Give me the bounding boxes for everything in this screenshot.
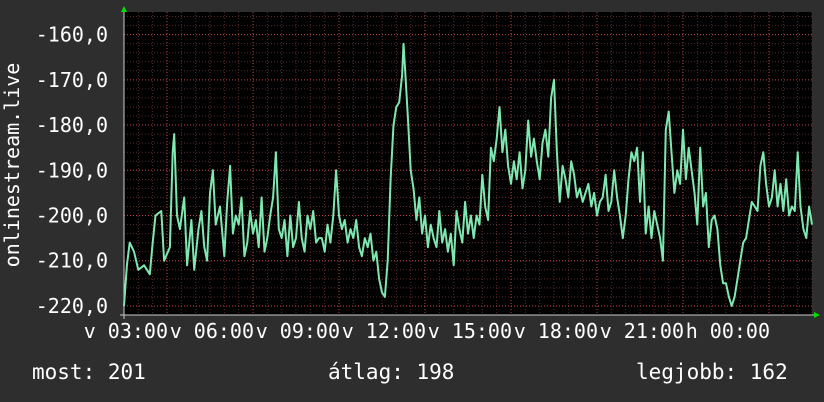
- x-tick-label: v 21:00: [600, 319, 684, 343]
- x-tick-label: v 06:00: [170, 319, 254, 343]
- y-tick-label: -210,0: [36, 249, 108, 273]
- stat-now: most: 201: [32, 360, 146, 384]
- stat-average: átlag: 198: [328, 360, 455, 384]
- stat-best: legjobb: 162: [636, 360, 788, 384]
- y-tick-label: -180,0: [36, 113, 108, 137]
- y-axis-label: onlinestream.live: [0, 63, 24, 268]
- y-axis-arrow: [121, 6, 127, 12]
- y-tick-labels: -160,0 -170,0 -180,0 -190,0 -200,0 -210,0 -220…: [36, 23, 108, 318]
- y-tick-label: -190,0: [36, 158, 108, 182]
- x-tick-label: v 09:00: [256, 319, 340, 343]
- x-tick-label: v 18:00: [514, 319, 598, 343]
- x-tick-label: v 03:00: [84, 319, 168, 343]
- y-tick-label: -200,0: [36, 204, 108, 228]
- y-tick-label: -220,0: [36, 294, 108, 318]
- chart: -160,0 -170,0 -180,0 -190,0 -200,0 -210,0 -220…: [0, 6, 820, 343]
- y-tick-label: -170,0: [36, 68, 108, 92]
- x-tick-label: v 12:00: [342, 319, 426, 343]
- y-tick-label: -160,0: [36, 23, 108, 47]
- x-tick-labels: v 03:00 v 06:00 v 09:00 v 12:00 v 15:00 v 18:…: [84, 319, 770, 343]
- x-tick-label: h 00:00: [686, 319, 770, 343]
- x-tick-label: v 15:00: [428, 319, 512, 343]
- stats-bar: most: 201 átlag: 198 legjobb: 162: [0, 360, 824, 390]
- x-axis-arrow: [814, 312, 820, 318]
